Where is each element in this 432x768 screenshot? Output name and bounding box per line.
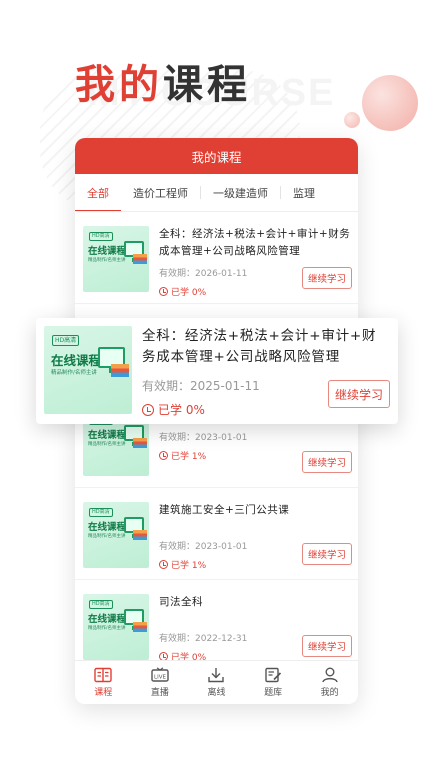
course-thumbnail: HD高清 在线课程 精品制作/名师主讲 (83, 502, 149, 568)
thumbnail-subtitle: 精品制作/名师主讲 (88, 442, 126, 447)
continue-button[interactable]: 继续学习 (302, 267, 352, 289)
course-title: 司法全科 (159, 596, 203, 608)
thumbnail-subtitle: 精品制作/名师主讲 (88, 534, 126, 539)
tab-all[interactable]: 全部 (75, 174, 121, 211)
course-item[interactable]: HD高清 在线课程 精品制作/名师主讲 建筑施工安全+三门公共课 有效期：202… (75, 488, 358, 580)
hd-badge: HD高清 (89, 600, 113, 609)
thumbnail-title: 在线课程 (88, 614, 127, 625)
nav-item-question-bank[interactable]: 题库 (264, 667, 282, 698)
nav-label: 我的 (320, 688, 339, 698)
tab-supervisor[interactable]: 监理 (281, 174, 327, 211)
thumbnail-title: 在线课程 (51, 353, 102, 368)
course-title: 全科：经济法+税法+会计+审计+财务成本管理+公司战略风险管理 (142, 328, 377, 365)
svg-text:LIVE: LIVE (154, 675, 166, 681)
continue-button[interactable]: 继续学习 (302, 635, 352, 657)
nav-label: 直播 (150, 688, 169, 698)
thumbnail-subtitle: 精品制作/名师主讲 (88, 258, 126, 263)
tab-cost-engineer[interactable]: 造价工程师 (121, 174, 200, 211)
featured-course-card[interactable]: HD高清 在线课程 精品制作/名师主讲 全科：经济法+税法+会计+审计+财务成本… (36, 318, 398, 424)
continue-button[interactable]: 继续学习 (302, 543, 352, 565)
download-icon (207, 667, 225, 683)
course-info: 建筑施工安全+三门公共课 有效期：2023-01-01 已学 1% 继续学习 (149, 502, 352, 571)
course-title: 全科：经济法+税法+会计+审计+财务成本管理+公司战略风险管理 (159, 228, 351, 257)
books-icon (133, 254, 147, 264)
hero-title: 我的课程 (75, 52, 251, 110)
thumbnail-title: 在线课程 (88, 430, 127, 441)
clock-icon (142, 403, 154, 416)
thumbnail-title: 在线课程 (88, 522, 127, 533)
course-info: 全科：经济法+税法+会计+审计+财务成本管理+公司战略风险管理 有效期：2025… (132, 326, 390, 417)
tab-constructor[interactable]: 一级建造师 (201, 174, 280, 211)
book-icon (94, 667, 112, 683)
category-tabs: 全部 造价工程师 一级建造师 监理 (75, 174, 358, 212)
course-valid-date: 有效期：2023-01-01 (159, 433, 248, 443)
hd-badge: HD高清 (52, 335, 80, 346)
books-icon (133, 438, 147, 448)
course-item[interactable]: HD高清 在线课程 精品制作/名师主讲 全科：经济法+税法+会计+审计+财务成本… (75, 212, 358, 304)
progress-text: 已学 0% (171, 288, 207, 298)
clock-icon (159, 287, 168, 296)
continue-button[interactable]: 继续学习 (302, 451, 352, 473)
course-thumbnail: HD高清 在线课程 精品制作/名师主讲 (83, 594, 149, 660)
app-header: 我的课程 (75, 138, 358, 174)
course-info: 司法全科 有效期：2022-12-31 已学 0% 继续学习 (149, 594, 352, 663)
live-tv-icon: LIVE (151, 667, 169, 683)
books-icon (111, 364, 129, 377)
bottom-nav: 课程 LIVE 直播 离线 题库 我的 (75, 660, 358, 704)
course-info: 全科：经济法+税法+会计+审计+财务成本管理+公司战略风险管理 有效期：2026… (149, 226, 352, 298)
nav-label: 题库 (264, 688, 283, 698)
hd-badge: HD高清 (89, 508, 113, 517)
clock-icon (159, 451, 168, 460)
nav-item-offline[interactable]: 离线 (207, 667, 225, 698)
thumbnail-subtitle: 精品制作/名师主讲 (88, 626, 126, 631)
course-thumbnail: HD高清 在线课程 精品制作/名师主讲 (44, 326, 132, 414)
continue-button[interactable]: 继续学习 (328, 380, 390, 408)
nav-item-mine[interactable]: 我的 (321, 667, 339, 698)
progress-text: 已学 0% (158, 403, 205, 417)
course-list: HD高清 在线课程 精品制作/名师主讲 全科：经济法+税法+会计+审计+财务成本… (75, 212, 358, 672)
user-icon (321, 667, 339, 683)
books-icon (133, 622, 147, 632)
thumbnail-subtitle: 精品制作/名师主讲 (51, 370, 97, 376)
progress-text: 已学 1% (171, 561, 207, 571)
hero-title-dark: 课程 (163, 62, 251, 108)
app-header-title: 我的课程 (191, 149, 242, 165)
nav-label: 课程 (94, 688, 113, 698)
nav-item-courses[interactable]: 课程 (94, 667, 112, 698)
decorative-orb-small (344, 112, 360, 128)
edit-icon (264, 667, 282, 683)
course-item[interactable]: HD高清 在线课程 精品制作/名师主讲 司法全科 有效期：2022-12-31 … (75, 580, 358, 672)
progress-text: 已学 1% (171, 452, 207, 462)
course-thumbnail: HD高清 在线课程 精品制作/名师主讲 (83, 226, 149, 292)
hd-badge: HD高清 (89, 232, 113, 241)
decorative-orb (362, 75, 418, 131)
hero-title-red: 我的 (75, 62, 163, 108)
books-icon (133, 530, 147, 540)
thumbnail-title: 在线课程 (88, 246, 127, 257)
clock-icon (159, 560, 168, 569)
nav-item-live[interactable]: LIVE 直播 (151, 667, 169, 698)
nav-label: 离线 (207, 688, 226, 698)
course-title: 建筑施工安全+三门公共课 (159, 504, 290, 516)
